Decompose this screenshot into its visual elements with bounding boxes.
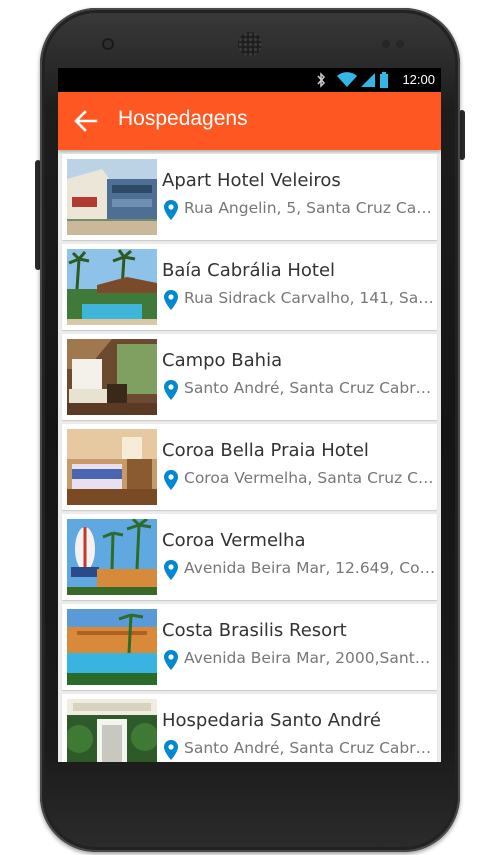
battery-icon	[380, 72, 388, 88]
listing-photo	[67, 609, 157, 685]
list-item[interactable]: Coroa Bella Praia Hotel Coroa Vermelha, …	[62, 424, 437, 510]
app-bar: Hospedagens	[58, 92, 441, 150]
listing-name: Coroa Bella Praia Hotel	[162, 440, 369, 461]
listing-name: Baía Cabrália Hotel	[162, 260, 336, 281]
list-item[interactable]: Campo Bahia Santo André, Santa Cruz Cabr…	[62, 334, 437, 420]
page-title: Hospedagens	[118, 107, 248, 130]
listing-photo	[67, 519, 157, 595]
listing-photo	[67, 429, 157, 505]
list-item[interactable]: Hospedaria Santo André Santo André, Sant…	[62, 694, 437, 762]
screen: 12:00 Hospedagens Apart Hotel Veleiros R…	[58, 68, 441, 762]
listing-address: Avenida Beira Mar, 12.649, Coroa Vermelh…	[184, 559, 436, 577]
listing-address: Avenida Beira Mar, 2000,Santa Cruz Cabrá…	[184, 649, 436, 667]
signal-icon	[361, 73, 375, 87]
listing-photo	[67, 159, 157, 235]
listing-name: Coroa Vermelha	[162, 530, 306, 551]
light-sensor	[396, 40, 404, 48]
status-time: 12:00	[402, 72, 435, 87]
bluetooth-icon	[317, 72, 326, 88]
front-camera	[102, 38, 114, 50]
listing-name: Costa Brasilis Resort	[162, 620, 347, 641]
listing-photo	[67, 699, 157, 762]
status-bar: 12:00	[58, 68, 441, 92]
listing-address: Santo André, Santa Cruz Cabrália	[184, 379, 436, 397]
listing-address: Rua Angelin, 5, Santa Cruz Cabrália	[184, 199, 436, 217]
listing-list: Apart Hotel Veleiros Rua Angelin, 5, San…	[58, 150, 441, 762]
listing-name: Hospedaria Santo André	[162, 710, 381, 731]
listing-address: Rua Sidrack Carvalho, 141, Santa Cruz Ca…	[184, 289, 436, 307]
list-item[interactable]: Baía Cabrália Hotel Rua Sidrack Carvalho…	[62, 244, 437, 330]
list-item[interactable]: Apart Hotel Veleiros Rua Angelin, 5, San…	[62, 154, 437, 240]
proximity-sensor	[382, 40, 390, 48]
listing-photo	[67, 249, 157, 325]
listing-name: Campo Bahia	[162, 350, 283, 371]
listing-address: Santo André, Santa Cruz Cabrália	[184, 739, 436, 757]
earpiece-speaker	[238, 32, 262, 56]
listing-name: Apart Hotel Veleiros	[162, 170, 341, 191]
wifi-icon	[337, 72, 357, 87]
back-arrow-icon[interactable]	[72, 107, 100, 135]
list-item[interactable]: Coroa Vermelha Avenida Beira Mar, 12.649…	[62, 514, 437, 600]
listing-photo	[67, 339, 157, 415]
list-item[interactable]: Costa Brasilis Resort Avenida Beira Mar,…	[62, 604, 437, 690]
listing-address: Coroa Vermelha, Santa Cruz Cabrália	[184, 469, 436, 487]
